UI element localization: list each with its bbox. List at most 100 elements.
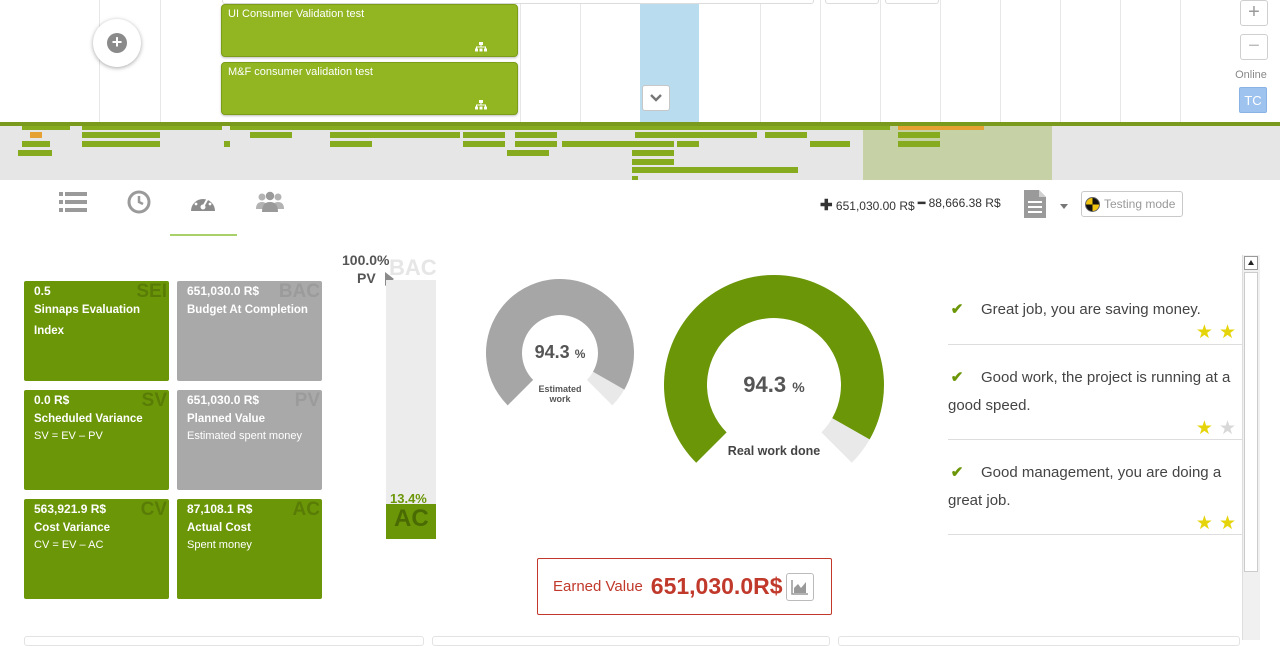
user-avatar[interactable]: TC [1239, 87, 1267, 113]
timeline-bar [632, 159, 674, 165]
expense-total: ━ 88,666.38 R$ [918, 196, 1001, 210]
grid-line [99, 0, 100, 122]
gauge-label-line: work [549, 394, 571, 404]
gantt-chart: UI Consumer Validation test M&F consumer… [0, 0, 1280, 122]
star-filled-icon: ★ [1218, 513, 1242, 534]
timeline-bar [898, 126, 984, 130]
star-empty-icon: ★ [1218, 418, 1242, 439]
metric-card-ac[interactable]: AC 87,108.1 R$ Actual Cost Spent money [177, 499, 322, 599]
timeline-bar [515, 132, 557, 138]
feedback-message: Good management, you are doing a great j… [948, 464, 1222, 509]
card-abbr: CV [140, 499, 167, 520]
card-value: 651,030.0 R$ [187, 393, 260, 407]
timeline-bar [463, 132, 505, 138]
pv-label: PV [357, 270, 376, 286]
expand-button[interactable] [642, 85, 670, 111]
document-icon[interactable] [1022, 190, 1048, 218]
zoom-out-button[interactable]: − [1240, 34, 1268, 60]
star-filled-icon: ★ [1218, 322, 1242, 343]
list-icon [59, 192, 87, 212]
zoom-in-button[interactable]: + [1240, 0, 1268, 26]
gantt-task[interactable]: M&F consumer validation test [221, 62, 518, 115]
task-stub[interactable] [885, 0, 939, 4]
tab-team[interactable] [255, 188, 285, 216]
timeline-bar [230, 126, 890, 130]
timeline-bar [250, 132, 292, 138]
timeline-bar [810, 141, 850, 147]
card-title: Sinnaps Evaluation Index [34, 304, 141, 337]
clock-icon [127, 190, 151, 214]
card-abbr: PV [294, 390, 320, 411]
grid-line [880, 0, 881, 122]
check-icon: ✔ [950, 301, 964, 318]
earned-value-label: Earned Value [553, 578, 643, 595]
task-name: M&F consumer validation test [228, 66, 373, 78]
timeline-bar [224, 141, 230, 147]
grid-line [760, 0, 761, 122]
estimated-work-label: Estimated work [520, 384, 600, 404]
card-title: Scheduled Variance [34, 413, 143, 425]
check-icon: ✔ [950, 369, 964, 386]
grid-line [520, 0, 521, 122]
feedback-item: ✔ Good management, you are doing a great … [948, 440, 1242, 535]
team-icon [256, 191, 284, 212]
timeline-bar [632, 150, 674, 156]
task-stub[interactable] [825, 0, 879, 4]
plus-circle-icon: + [107, 33, 127, 53]
feedback-item: ✔ Great job, you are saving money. ★★ [948, 255, 1242, 345]
timeline-bar [330, 141, 372, 147]
mini-timeline[interactable] [0, 122, 1280, 180]
card-abbr: AC [292, 499, 320, 520]
gauge-value: 94.3 [743, 372, 787, 397]
gauge-value: 94.3 [534, 342, 570, 362]
feedback-message: Good work, the project is running at a g… [948, 369, 1231, 414]
earned-value-chart-button[interactable] [786, 573, 814, 601]
expense-value: 88,666.38 R$ [928, 196, 1001, 210]
earned-value-amount: 651,030.0R$ [650, 573, 783, 599]
metric-card-pv[interactable]: PV 651,030.0 R$ Planned Value Estimated … [177, 390, 322, 490]
hierarchy-icon[interactable] [475, 100, 487, 110]
dashboard-icon [191, 194, 215, 211]
card-title: Planned Value [187, 413, 265, 425]
task-name: UI Consumer Validation test [228, 8, 365, 20]
card-subtitle: CV = EV – AC [34, 539, 104, 551]
gauge-unit: % [792, 379, 805, 395]
add-task-button[interactable]: + [93, 19, 141, 67]
tab-dashboard[interactable] [188, 188, 218, 216]
earned-value-panel: Earned Value 651,030.0R$ [537, 558, 832, 615]
timeline-bar [507, 150, 549, 156]
metric-card-cv[interactable]: CV 563,921.9 R$ Cost Variance CV = EV – … [24, 499, 169, 599]
metric-card-sei[interactable]: SEI 0.5 Sinnaps Evaluation Index [24, 281, 169, 381]
grid-line [160, 0, 161, 122]
card-value: 0.0 R$ [34, 393, 70, 407]
scroll-up-arrow[interactable] [1244, 256, 1258, 270]
real-work-value: 94.3 % [714, 372, 834, 398]
testing-mode-button[interactable]: Testing mode [1081, 191, 1183, 217]
rating-stars: ★★ [1196, 417, 1242, 440]
income-value: 651,030.00 R$ [835, 199, 915, 213]
tab-list[interactable] [58, 188, 88, 216]
card-abbr: SEI [136, 281, 167, 302]
area-chart-icon [791, 580, 808, 595]
metric-card-sv[interactable]: SV 0.0 R$ Scheduled Variance SV = EV – P… [24, 390, 169, 490]
timeline-bar [515, 141, 557, 147]
test-ball-icon [1085, 196, 1100, 212]
tab-schedule[interactable] [124, 188, 154, 216]
feedback-message: Great job, you are saving money. [981, 301, 1201, 318]
card-title: Actual Cost [187, 522, 251, 534]
gauge-unit: % [574, 347, 586, 361]
metric-card-bac[interactable]: BAC 651,030.0 R$ Budget At Completion [177, 281, 322, 381]
caret-down-icon[interactable] [1060, 204, 1068, 209]
hierarchy-icon[interactable] [475, 42, 487, 52]
gantt-task[interactable]: UI Consumer Validation test [221, 4, 518, 57]
grid-line [940, 0, 941, 122]
estimated-work-value: 94.3 % [520, 342, 600, 363]
grid-line [1000, 0, 1001, 122]
timeline-view-window[interactable] [863, 126, 1052, 180]
scroll-thumb[interactable] [1244, 272, 1258, 572]
timeline-bar [30, 132, 42, 138]
grid-line [820, 0, 821, 122]
online-label: Online [1235, 69, 1267, 81]
timeline-bar [82, 126, 222, 130]
card-abbr: SV [141, 390, 167, 411]
